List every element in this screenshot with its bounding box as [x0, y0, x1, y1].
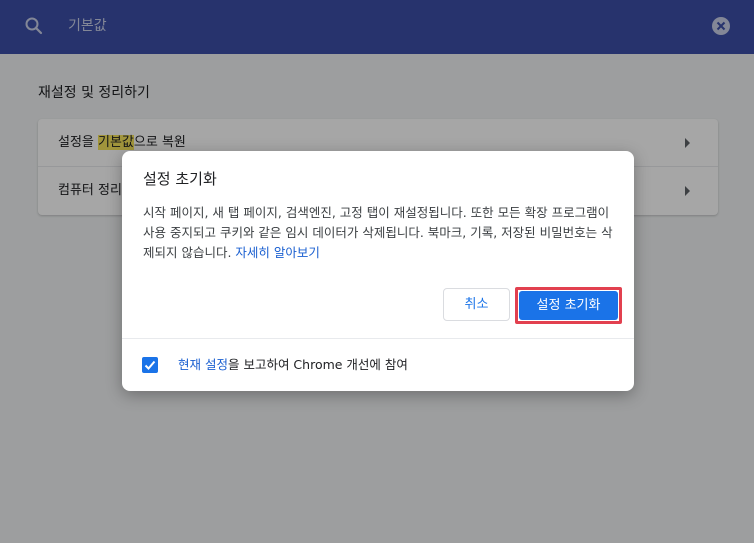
dialog-title: 설정 초기화 [143, 170, 217, 188]
checkmark-icon [144, 360, 156, 370]
report-checkbox[interactable] [142, 357, 158, 373]
dialog-body: 시작 페이지, 새 탭 페이지, 검색엔진, 고정 탭이 재설정됩니다. 또한 … [143, 205, 613, 260]
current-settings-link[interactable]: 현재 설정 [178, 357, 228, 372]
report-label: 현재 설정을 보고하여 Chrome 개선에 참여 [178, 357, 408, 372]
reset-settings-dialog: 설정 초기화 시작 페이지, 새 탭 페이지, 검색엔진, 고정 탭이 재설정됩… [122, 151, 634, 391]
cancel-button[interactable]: 취소 [443, 288, 510, 321]
reset-settings-button[interactable]: 설정 초기화 [519, 291, 618, 320]
divider [122, 338, 634, 339]
learn-more-link[interactable]: 자세히 알아보기 [235, 245, 319, 260]
